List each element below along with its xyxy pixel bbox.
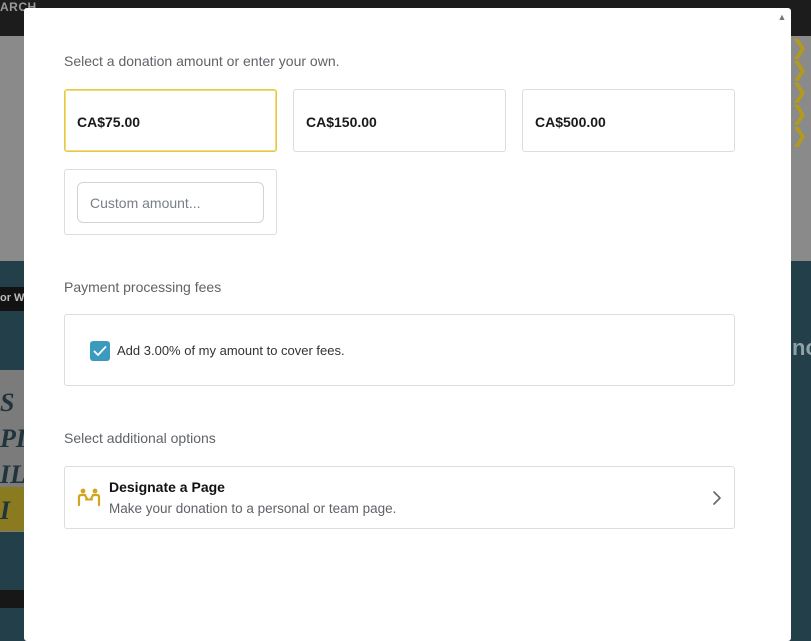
fees-heading: Payment processing fees [64, 279, 222, 295]
donation-modal: ▲ Select a donation amount or enter your… [24, 8, 791, 641]
background-right-text: nc [792, 335, 811, 360]
amount-option-label: CA$150.00 [306, 114, 377, 130]
amount-option-label: CA$75.00 [77, 114, 141, 130]
checkmark-icon [93, 346, 107, 356]
scroll-up-arrow-icon[interactable]: ▲ [777, 12, 787, 22]
custom-amount-input[interactable] [77, 182, 264, 223]
fees-card: Add 3.00% of my amount to cover fees. [64, 314, 735, 386]
amount-prompt: Select a donation amount or enter your o… [64, 53, 340, 69]
designate-page-option[interactable]: Designate a Page Make your donation to a… [64, 466, 735, 529]
designate-page-subtitle: Make your donation to a personal or team… [109, 501, 397, 516]
amount-option-75[interactable]: CA$75.00 [64, 89, 277, 152]
custom-amount-card [64, 169, 277, 235]
amount-option-label: CA$500.00 [535, 114, 606, 130]
cover-fees-label[interactable]: Add 3.00% of my amount to cover fees. [117, 343, 345, 358]
background-right-decoration: ❯ ❯ ❯ ❯ ❯ [791, 35, 808, 147]
people-connect-icon [77, 488, 101, 507]
amount-option-150[interactable]: CA$150.00 [293, 89, 506, 152]
background-poster-text: S PI IL I [0, 388, 26, 525]
cover-fees-checkbox[interactable] [90, 341, 110, 361]
designate-page-title: Designate a Page [109, 479, 225, 495]
chevron-right-icon [713, 491, 721, 505]
additional-options-heading: Select additional options [64, 430, 216, 446]
background-strip [0, 590, 24, 608]
amount-option-500[interactable]: CA$500.00 [522, 89, 735, 152]
